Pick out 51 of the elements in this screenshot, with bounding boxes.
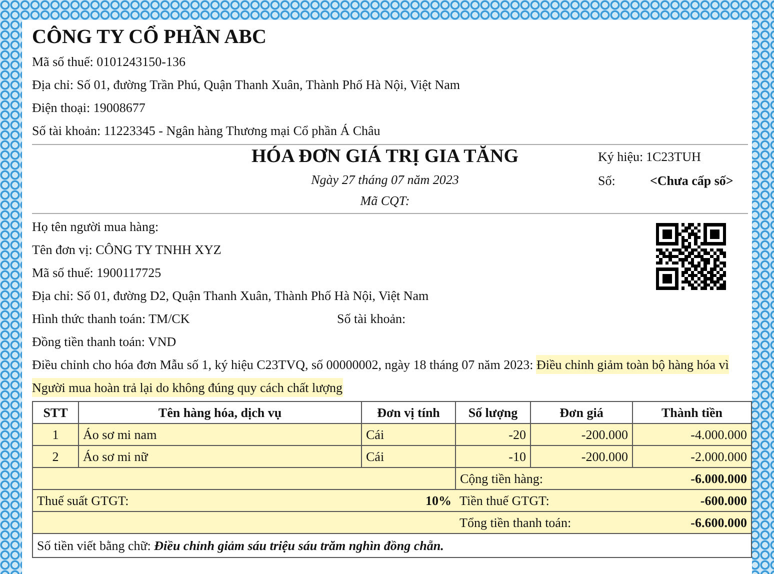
total-label: Tổng tiền thanh toán: xyxy=(460,514,572,530)
amount-in-words: Điều chỉnh giảm sáu triệu sáu trăm nghìn đồng chẵn. xyxy=(154,538,444,553)
seller-info: Điện thoại: 19008677 xyxy=(32,99,146,117)
vat-rate-label: Thuế suất GTGT: xyxy=(37,492,129,508)
column-header: Tên hàng hóa, dịch vụ xyxy=(78,402,362,424)
invoice-title: HÓA ĐƠN GIÁ TRỊ GIA TĂNG xyxy=(252,145,518,169)
table-cell: -20 xyxy=(456,424,530,446)
seller-info: Mã số thuế: 0101243150-136 xyxy=(32,53,186,71)
table-cell: 1 xyxy=(32,424,78,446)
invoice-number: <Chưa cấp số> xyxy=(649,172,734,190)
column-header: Đơn vị tính xyxy=(362,402,456,424)
vat-label: Tiền thuế GTGT: xyxy=(460,492,550,508)
column-header: Đơn giá xyxy=(530,402,632,424)
subtotal-label: Cộng tiền hàng: xyxy=(460,470,544,486)
invoice-symbol: 1C23TUH xyxy=(646,148,702,166)
seller-info: Địa chỉ: Số 01, đường Trần Phú, Quận Thanh Xuân, Thành Phố Hà Nội, Việt Nam xyxy=(32,76,462,94)
total-amount: -6.600.000 xyxy=(690,514,747,530)
buyer-info: Địa chỉ: Số 01, đường D2, Quận Thanh Xuân, Thành Phố Hà Nội, Việt Nam xyxy=(32,287,429,305)
buyer-info: Họ tên người mua hàng: xyxy=(32,218,160,236)
symbol-label: Ký hiệu: xyxy=(598,148,644,166)
table-cell: 2 xyxy=(32,446,78,468)
subtotal-amount: -6.000.000 xyxy=(690,470,747,486)
adjustment-reference: Điều chỉnh cho hóa đơn Mẫu số 1, ký hiệu C23TVQ, số 00000002, ngày 18 tháng 07 năm 2023: xyxy=(32,357,534,372)
payment-method: Hình thức thanh toán: TM/CK xyxy=(32,310,191,328)
table-cell: Áo sơ mi nam xyxy=(78,424,362,446)
number-label: Số: xyxy=(598,172,616,190)
amount-in-words-label: Số tiền viết bằng chữ: xyxy=(37,538,152,553)
column-header: Số lượng xyxy=(456,402,530,424)
buyer-info: Tên đơn vị: CÔNG TY TNHH XYZ xyxy=(32,241,222,259)
adjustment-reason: Người mua hoàn trả lại do không đúng quy cách chất lượng xyxy=(32,378,343,397)
table-cell: -4.000.000 xyxy=(632,424,752,446)
table-cell: -200.000 xyxy=(530,424,632,446)
table-cell: -2.000.000 xyxy=(632,446,752,468)
bank-account: Số tài khoản: xyxy=(337,310,407,328)
vat-rate: 10% xyxy=(426,492,452,508)
table-cell: -200.000 xyxy=(530,446,632,468)
table-cell: -10 xyxy=(456,446,530,468)
seller-info: Số tài khoản: 11223345 - Ngân hàng Thương mại Cổ phần Á Châu xyxy=(32,122,382,140)
column-header: STT xyxy=(32,402,78,424)
invoice-date: Ngày 27 tháng 07 năm 2023 xyxy=(311,171,459,189)
table-cell: Cái xyxy=(362,424,456,446)
qr-code xyxy=(656,223,726,290)
adjustment-reason: Điều chỉnh giảm toàn bộ hàng hóa vì xyxy=(536,355,729,374)
tax-authority-code: Mã CQT: xyxy=(360,192,410,210)
column-header: Thành tiền xyxy=(632,402,752,424)
currency: Đồng tiền thanh toán: VND xyxy=(32,333,178,351)
table-cell: Áo sơ mi nữ xyxy=(78,446,362,468)
table-cell: Cái xyxy=(362,446,456,468)
vat-amount: -600.000 xyxy=(700,492,747,508)
buyer-info: Mã số thuế: 1900117725 xyxy=(32,264,162,282)
company-name: CÔNG TY CỔ PHẦN ABC xyxy=(32,26,268,49)
